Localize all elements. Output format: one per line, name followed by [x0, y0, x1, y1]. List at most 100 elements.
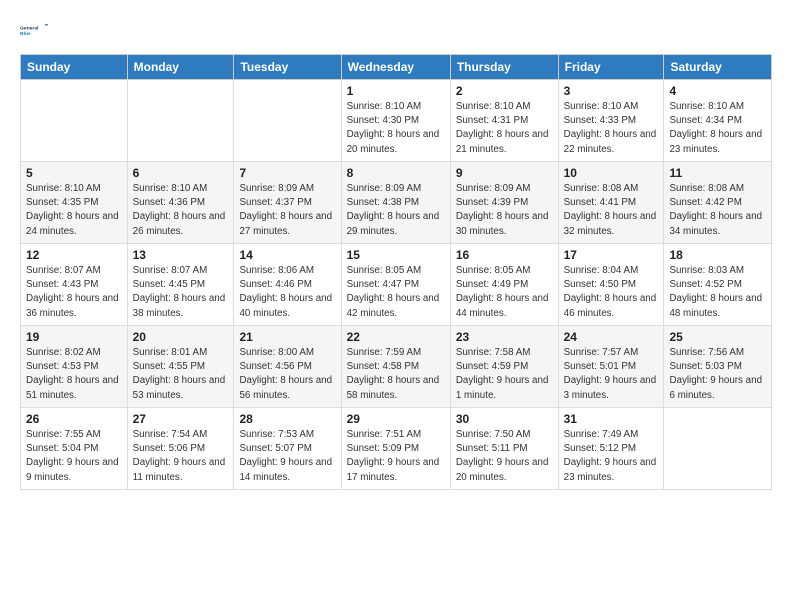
calendar-cell: 10Sunrise: 8:08 AM Sunset: 4:41 PM Dayli… — [558, 162, 664, 244]
calendar-cell: 9 Sunrise: 8:09 AM Sunset: 4:39 PM Daylig… — [450, 162, 558, 244]
day-info: Sunrise: 7:54 AM Sunset: 5:06 PM Dayligh… — [133, 428, 229, 485]
day-number: 2 — [456, 84, 553, 98]
calendar-cell: 7 Sunrise: 8:09 AM Sunset: 4:37 PM Daylig… — [234, 162, 341, 244]
day-number: 18 — [669, 248, 766, 262]
day-number: 30 — [456, 412, 553, 426]
calendar-cell: 16 Sunrise: 8:05 AM Sunset: 4:49 PM Dayli… — [450, 244, 558, 326]
day-info: Sunrise: 8:02 AM Sunset: 4:53 PM Dayligh… — [26, 346, 122, 403]
day-info: Sunrise: 8:08 AM Sunset: 4:42 PM Dayligh… — [669, 182, 766, 239]
calendar-cell: 22Sunrise: 7:59 AM Sunset: 4:58 PM Dayli… — [341, 326, 450, 408]
day-number: 19 — [26, 330, 122, 344]
day-info: Sunrise: 8:05 AM Sunset: 4:47 PM Dayligh… — [347, 264, 445, 321]
day-info: Sunrise: 7:49 AM Sunset: 5:12 PM Dayligh… — [564, 428, 659, 485]
calendar-cell — [234, 80, 341, 162]
day-info: Sunrise: 7:51 AM Sunset: 5:09 PM Dayligh… — [347, 428, 445, 485]
calendar-cell: 5Sunrise: 8:10 AM Sunset: 4:35 PM Daylig… — [21, 162, 128, 244]
day-number: 22 — [347, 330, 445, 344]
day-number: 9 — [456, 166, 553, 180]
calendar-table: SundayMondayTuesdayWednesdayThursdayFrid… — [20, 54, 772, 490]
calendar-cell: 4 Sunrise: 8:10 AM Sunset: 4:34 PM Daylig… — [664, 80, 772, 162]
day-info: Sunrise: 8:09 AM Sunset: 4:39 PM Dayligh… — [456, 182, 553, 239]
day-info: Sunrise: 7:57 AM Sunset: 5:01 PM Dayligh… — [564, 346, 659, 403]
svg-text:General: General — [20, 25, 39, 31]
day-info: Sunrise: 8:01 AM Sunset: 4:55 PM Dayligh… — [133, 346, 229, 403]
calendar-cell: 30 Sunrise: 7:50 AM Sunset: 5:11 PM Dayli… — [450, 408, 558, 490]
day-info: Sunrise: 8:00 AM Sunset: 4:56 PM Dayligh… — [239, 346, 335, 403]
day-info: Sunrise: 8:09 AM Sunset: 4:37 PM Dayligh… — [239, 182, 335, 239]
calendar-cell: 13Sunrise: 8:07 AM Sunset: 4:45 PM Dayli… — [127, 244, 234, 326]
day-number: 21 — [239, 330, 335, 344]
weekday-header-friday: Friday — [558, 55, 664, 80]
calendar-week-row: 19 Sunrise: 8:02 AM Sunset: 4:53 PM Dayli… — [21, 326, 772, 408]
day-info: Sunrise: 8:04 AM Sunset: 4:50 PM Dayligh… — [564, 264, 659, 321]
day-number: 27 — [133, 412, 229, 426]
day-info: Sunrise: 8:08 AM Sunset: 4:41 PM Dayligh… — [564, 182, 659, 239]
calendar-cell: 20Sunrise: 8:01 AM Sunset: 4:55 PM Dayli… — [127, 326, 234, 408]
calendar-cell: 25 Sunrise: 7:56 AM Sunset: 5:03 PM Dayli… — [664, 326, 772, 408]
calendar-page: General Blue SundayMondayTuesdayWednesda… — [0, 0, 792, 612]
day-number: 16 — [456, 248, 553, 262]
calendar-cell: 12 Sunrise: 8:07 AM Sunset: 4:43 PM Dayli… — [21, 244, 128, 326]
calendar-cell: 2 Sunrise: 8:10 AM Sunset: 4:31 PM Daylig… — [450, 80, 558, 162]
day-number: 14 — [239, 248, 335, 262]
page-header: General Blue — [20, 16, 772, 44]
day-info: Sunrise: 8:09 AM Sunset: 4:38 PM Dayligh… — [347, 182, 445, 239]
calendar-cell: 28Sunrise: 7:53 AM Sunset: 5:07 PM Dayli… — [234, 408, 341, 490]
weekday-header-tuesday: Tuesday — [234, 55, 341, 80]
day-info: Sunrise: 8:06 AM Sunset: 4:46 PM Dayligh… — [239, 264, 335, 321]
day-number: 26 — [26, 412, 122, 426]
weekday-header-wednesday: Wednesday — [341, 55, 450, 80]
calendar-cell: 18 Sunrise: 8:03 AM Sunset: 4:52 PM Dayli… — [664, 244, 772, 326]
day-info: Sunrise: 8:10 AM Sunset: 4:36 PM Dayligh… — [133, 182, 229, 239]
calendar-week-row: 12 Sunrise: 8:07 AM Sunset: 4:43 PM Dayli… — [21, 244, 772, 326]
day-info: Sunrise: 8:10 AM Sunset: 4:31 PM Dayligh… — [456, 100, 553, 157]
day-info: Sunrise: 7:50 AM Sunset: 5:11 PM Dayligh… — [456, 428, 553, 485]
calendar-cell: 8 Sunrise: 8:09 AM Sunset: 4:38 PM Daylig… — [341, 162, 450, 244]
day-info: Sunrise: 8:10 AM Sunset: 4:33 PM Dayligh… — [564, 100, 659, 157]
day-number: 1 — [347, 84, 445, 98]
day-info: Sunrise: 7:55 AM Sunset: 5:04 PM Dayligh… — [26, 428, 122, 485]
day-info: Sunrise: 7:58 AM Sunset: 4:59 PM Dayligh… — [456, 346, 553, 403]
day-info: Sunrise: 7:56 AM Sunset: 5:03 PM Dayligh… — [669, 346, 766, 403]
calendar-cell: 6 Sunrise: 8:10 AM Sunset: 4:36 PM Daylig… — [127, 162, 234, 244]
weekday-header-thursday: Thursday — [450, 55, 558, 80]
calendar-week-row: 26 Sunrise: 7:55 AM Sunset: 5:04 PM Dayli… — [21, 408, 772, 490]
day-info: Sunrise: 8:05 AM Sunset: 4:49 PM Dayligh… — [456, 264, 553, 321]
day-number: 5 — [26, 166, 122, 180]
day-number: 8 — [347, 166, 445, 180]
day-number: 31 — [564, 412, 659, 426]
calendar-week-row: 5Sunrise: 8:10 AM Sunset: 4:35 PM Daylig… — [21, 162, 772, 244]
day-number: 23 — [456, 330, 553, 344]
calendar-cell: 11 Sunrise: 8:08 AM Sunset: 4:42 PM Dayli… — [664, 162, 772, 244]
calendar-cell — [664, 408, 772, 490]
calendar-cell: 1 Sunrise: 8:10 AM Sunset: 4:30 PM Daylig… — [341, 80, 450, 162]
weekday-header-sunday: Sunday — [21, 55, 128, 80]
calendar-cell: 26 Sunrise: 7:55 AM Sunset: 5:04 PM Dayli… — [21, 408, 128, 490]
day-info: Sunrise: 8:10 AM Sunset: 4:30 PM Dayligh… — [347, 100, 445, 157]
calendar-cell: 3 Sunrise: 8:10 AM Sunset: 4:33 PM Daylig… — [558, 80, 664, 162]
day-info: Sunrise: 8:10 AM Sunset: 4:34 PM Dayligh… — [669, 100, 766, 157]
day-number: 3 — [564, 84, 659, 98]
day-info: Sunrise: 8:07 AM Sunset: 4:45 PM Dayligh… — [133, 264, 229, 321]
day-number: 6 — [133, 166, 229, 180]
day-number: 4 — [669, 84, 766, 98]
calendar-cell: 23 Sunrise: 7:58 AM Sunset: 4:59 PM Dayli… — [450, 326, 558, 408]
calendar-cell: 14 Sunrise: 8:06 AM Sunset: 4:46 PM Dayli… — [234, 244, 341, 326]
day-number: 12 — [26, 248, 122, 262]
calendar-cell: 21 Sunrise: 8:00 AM Sunset: 4:56 PM Dayli… — [234, 326, 341, 408]
day-info: Sunrise: 8:03 AM Sunset: 4:52 PM Dayligh… — [669, 264, 766, 321]
day-number: 15 — [347, 248, 445, 262]
day-number: 17 — [564, 248, 659, 262]
svg-text:Blue: Blue — [20, 31, 31, 37]
day-number: 24 — [564, 330, 659, 344]
calendar-cell: 15 Sunrise: 8:05 AM Sunset: 4:47 PM Dayli… — [341, 244, 450, 326]
day-number: 7 — [239, 166, 335, 180]
weekday-header-monday: Monday — [127, 55, 234, 80]
calendar-cell — [21, 80, 128, 162]
calendar-cell: 29Sunrise: 7:51 AM Sunset: 5:09 PM Dayli… — [341, 408, 450, 490]
day-info: Sunrise: 8:07 AM Sunset: 4:43 PM Dayligh… — [26, 264, 122, 321]
weekday-header-row: SundayMondayTuesdayWednesdayThursdayFrid… — [21, 55, 772, 80]
calendar-cell: 17 Sunrise: 8:04 AM Sunset: 4:50 PM Dayli… — [558, 244, 664, 326]
day-number: 25 — [669, 330, 766, 344]
day-number: 11 — [669, 166, 766, 180]
